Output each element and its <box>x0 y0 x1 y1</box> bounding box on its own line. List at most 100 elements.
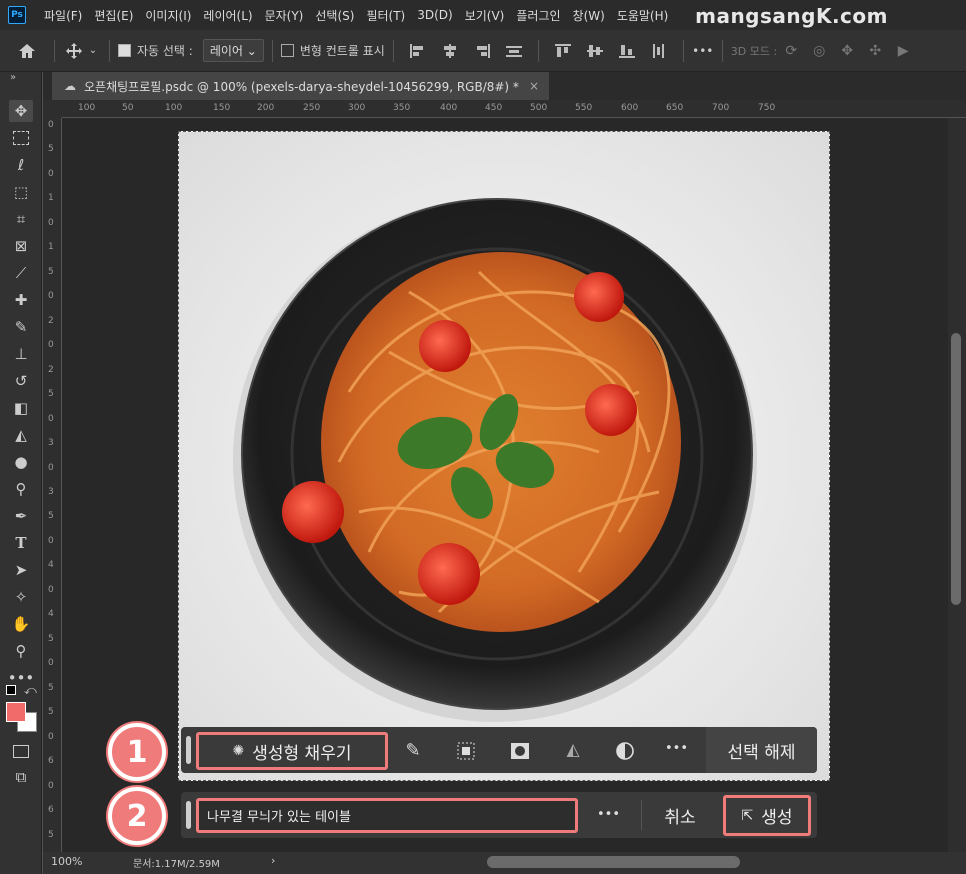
quick-mask-icon[interactable] <box>9 740 33 762</box>
zoom-level[interactable]: 100% <box>51 855 82 868</box>
generate-button[interactable]: ⇱ 생성 <box>723 795 811 836</box>
fill-selection-icon[interactable]: ◭ <box>561 738 585 762</box>
watermark-text: mangsangK.com <box>695 4 888 28</box>
menu-image[interactable]: 이미지(I) <box>139 7 197 24</box>
prompt-more-options-button[interactable]: ••• <box>597 807 620 822</box>
transform-controls-checkbox[interactable] <box>280 44 294 57</box>
eyedropper-tool-icon[interactable]: ⟋ <box>9 262 33 284</box>
menu-file[interactable]: 파일(F) <box>38 7 88 24</box>
menu-layer[interactable]: 레이어(L) <box>197 7 258 24</box>
vruler-tick: 0 <box>48 217 54 228</box>
history-brush-tool-icon[interactable]: ↺ <box>9 370 33 392</box>
marquee-tool-icon[interactable] <box>9 127 33 149</box>
generative-fill-label: 생성형 채우기 <box>252 743 352 764</box>
menu-select[interactable]: 선택(S) <box>309 7 360 24</box>
scale-3d-icon: ▶ <box>897 42 909 59</box>
align-right-icon[interactable] <box>474 43 490 58</box>
menu-window[interactable]: 창(W) <box>567 7 611 24</box>
align-left-icon[interactable] <box>409 43 426 58</box>
brush-tool-icon[interactable]: ✎ <box>9 316 33 338</box>
paint-bucket-tool-icon[interactable]: ◭ <box>9 424 33 446</box>
generative-fill-button[interactable]: ✺ 생성형 채우기 <box>196 732 388 770</box>
status-menu-arrow[interactable]: › <box>271 854 275 867</box>
distribute-vertical-icon[interactable] <box>651 43 667 58</box>
crop-tool-icon[interactable]: ⌗ <box>9 208 33 230</box>
menu-edit[interactable]: 편집(E) <box>88 7 139 24</box>
spaghetti-plate-illustration <box>179 132 829 780</box>
zoom-tool-icon[interactable]: ⚲ <box>9 640 33 662</box>
auto-select-checkbox[interactable] <box>118 44 131 57</box>
hruler-tick: 700 <box>712 103 730 113</box>
menu-type[interactable]: 문자(Y) <box>259 7 310 24</box>
select-subject-icon[interactable] <box>455 740 477 762</box>
vruler-tick: 1 <box>48 193 54 204</box>
menu-help[interactable]: 도움말(H) <box>611 7 675 24</box>
align-middle-icon[interactable] <box>586 44 603 58</box>
pen-tool-icon[interactable]: ✒ <box>9 505 33 527</box>
menu-filter[interactable]: 필터(T) <box>360 7 411 24</box>
vruler-tick: 0 <box>48 780 54 791</box>
step-2-badge: 2 <box>108 787 166 845</box>
move-tool-icon[interactable] <box>63 42 85 59</box>
blur-tool-icon[interactable]: ● <box>9 451 33 473</box>
clone-stamp-tool-icon[interactable]: ⊥ <box>9 343 33 365</box>
drag-handle[interactable] <box>186 801 191 829</box>
more-options-button[interactable]: ••• <box>665 741 688 756</box>
menu-plugins[interactable]: 플러그인 <box>510 7 566 24</box>
orbit-3d-icon: ⟳ <box>785 42 798 59</box>
adjustment-layer-icon[interactable] <box>614 740 636 762</box>
prompt-input[interactable]: 나무결 무늬가 있는 테이블 <box>196 798 578 833</box>
lasso-tool-icon[interactable]: ℓ <box>9 154 33 176</box>
modify-selection-brush-icon[interactable]: ✎ <box>401 738 425 762</box>
vruler-tick: 2 <box>48 315 54 326</box>
default-colors-icon[interactable] <box>6 685 16 695</box>
document-tab[interactable]: ☁ 오픈채팅프로필.psdc @ 100% (pexels-darya-shey… <box>52 72 549 100</box>
eraser-tool-icon[interactable]: ◧ <box>9 397 33 419</box>
auto-select-dropdown[interactable]: 레이어 ⌄ <box>202 39 264 62</box>
vertical-ruler: 0 5 0 1 0 1 5 0 2 0 2 5 0 3 0 3 5 0 4 0 4 5 0 5 5 0 6 0 6 5 <box>43 118 62 852</box>
vruler-tick: 0 <box>48 168 54 179</box>
hruler-tick: 50 <box>122 103 134 113</box>
shape-tool-icon[interactable]: ✧ <box>9 586 33 608</box>
dodge-tool-icon[interactable]: ⚲ <box>9 478 33 500</box>
chevron-down-icon[interactable]: ⌄ <box>85 45 101 56</box>
screen-mode-icon[interactable]: ⧉ <box>9 766 33 788</box>
hruler-tick: 550 <box>575 103 593 113</box>
auto-select-value: 레이어 <box>209 44 243 58</box>
cancel-button[interactable]: 취소 <box>651 792 709 838</box>
align-bottom-icon[interactable] <box>618 44 635 58</box>
swap-colors-icon[interactable]: ⤺ <box>24 683 37 698</box>
align-center-icon[interactable] <box>442 43 458 58</box>
horizontal-scroll-thumb[interactable] <box>487 856 740 868</box>
vruler-tick: 3 <box>48 487 54 497</box>
home-icon[interactable] <box>8 43 46 59</box>
type-tool-icon[interactable]: T <box>9 532 33 554</box>
drag-handle[interactable] <box>186 736 191 764</box>
menu-view[interactable]: 보기(V) <box>459 7 511 24</box>
frame-tool-icon[interactable]: ⊠ <box>9 235 33 257</box>
step-1-number: 1 <box>126 734 148 770</box>
more-options-button[interactable]: ••• <box>692 44 714 58</box>
vruler-tick: 5 <box>48 633 54 644</box>
auto-select-label: 자동 선택 : <box>137 44 193 58</box>
create-mask-icon[interactable] <box>509 740 531 762</box>
healing-brush-tool-icon[interactable]: ✚ <box>9 289 33 311</box>
canvas-image[interactable] <box>178 131 830 781</box>
foreground-color-swatch[interactable] <box>6 702 26 722</box>
hruler-tick: 100 <box>78 103 96 113</box>
object-selection-tool-icon[interactable]: ⬚ <box>9 181 33 203</box>
hruler-tick: 100 <box>165 103 183 113</box>
vertical-scroll-thumb[interactable] <box>951 333 961 605</box>
hand-tool-icon[interactable]: ✋ <box>9 613 33 635</box>
move-tool-icon[interactable]: ✥ <box>9 100 33 122</box>
deselect-button[interactable]: 선택 해제 <box>706 727 817 773</box>
hruler-tick: 400 <box>440 103 458 113</box>
document-tab-title: 오픈채팅프로필.psdc @ 100% (pexels-darya-sheyde… <box>84 79 519 94</box>
menu-3d[interactable]: 3D(D) <box>411 8 458 22</box>
hruler-tick: 750 <box>758 103 776 113</box>
align-top-icon[interactable] <box>554 43 571 58</box>
close-tab-icon[interactable]: × <box>529 79 539 93</box>
path-selection-tool-icon[interactable]: ➤ <box>9 559 33 581</box>
collapse-panel-icon[interactable]: » <box>10 72 16 83</box>
distribute-horizontal-icon[interactable] <box>505 44 522 58</box>
